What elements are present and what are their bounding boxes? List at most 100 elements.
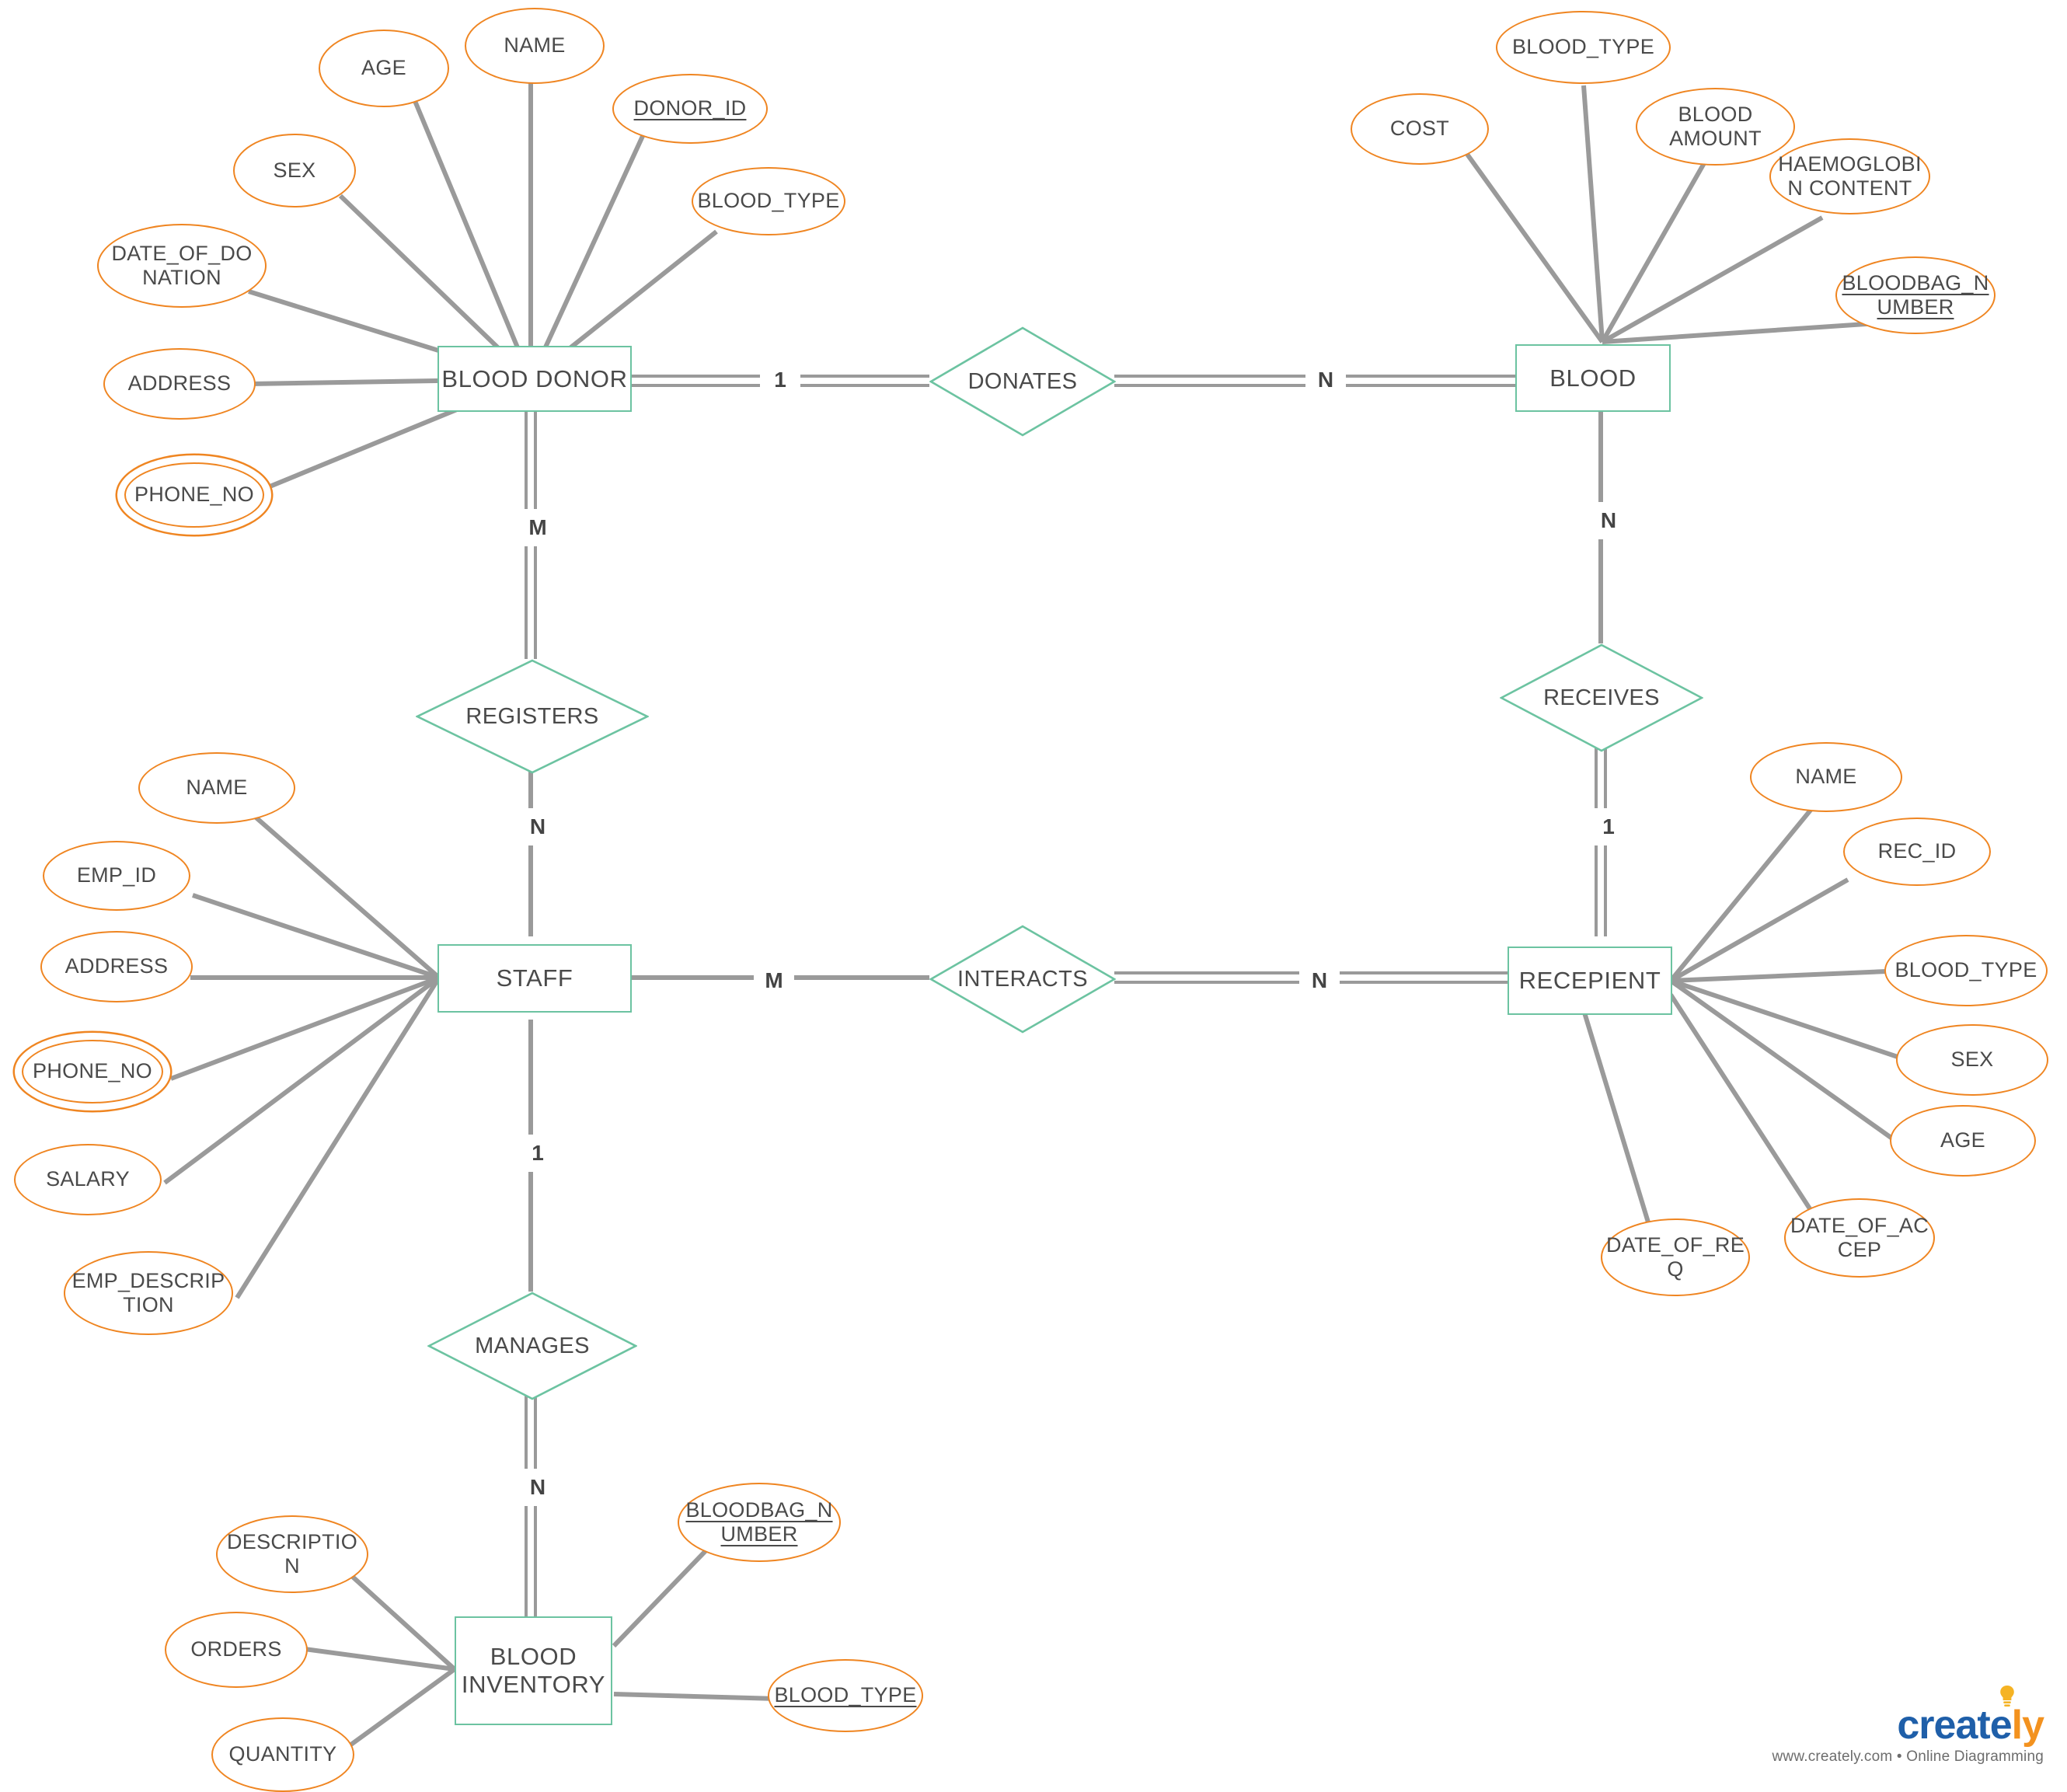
relationship-interacts[interactable]: INTERACTS <box>929 925 1116 1034</box>
cardinality-value: 1 <box>1602 814 1615 838</box>
cardinality-value: N <box>529 1475 546 1499</box>
creately-watermark: creately www.creately.com • Online Diagr… <box>1772 1686 2044 1766</box>
cardinality-value: M <box>528 515 547 539</box>
attribute-blood-donor-sex[interactable]: SEX <box>233 134 356 207</box>
attribute-blood-donor-phone-no[interactable]: PHONE_NO <box>124 462 264 528</box>
attribute-recepient-sex[interactable]: SEX <box>1896 1024 2048 1096</box>
attribute-label: BLOOD AMOUNT <box>1669 102 1762 150</box>
attribute-staff-salary[interactable]: SALARY <box>14 1144 162 1215</box>
connector-lines: .w { stroke:#9a9a9a; stroke-width:6; fil… <box>163 74 1903 1765</box>
attribute-label: PHONE_NO <box>33 1059 152 1083</box>
relationship-receives[interactable]: RECEIVES <box>1500 643 1703 752</box>
logo-text-part1: creat <box>1897 1703 1990 1748</box>
attribute-blood-blood-type[interactable]: BLOOD_TYPE <box>1496 11 1671 84</box>
relationship-manages[interactable]: MANAGES <box>427 1292 637 1400</box>
attribute-blood-donor-date-of-donation[interactable]: DATE_OF_DO NATION <box>97 224 267 308</box>
attribute-label: DESCRIPTIO N <box>226 1529 358 1578</box>
attribute-label: BLOODBAG_N UMBER <box>1842 270 1989 319</box>
attribute-recepient-name[interactable]: NAME <box>1750 742 1902 812</box>
logo-text-part3: ly <box>2011 1703 2044 1748</box>
attribute-label: QUANTITY <box>228 1742 337 1766</box>
cardinality-manages-bottom: N <box>518 1469 558 1506</box>
cardinality-interacts-left: M <box>754 962 794 999</box>
attribute-blood-inventory-quantity[interactable]: QUANTITY <box>211 1717 354 1792</box>
attribute-label: BLOOD_TYPE <box>774 1683 917 1707</box>
cardinality-registers-bottom: N <box>518 808 558 845</box>
attribute-label: DONOR_ID <box>633 96 747 120</box>
attribute-label: AGE <box>361 56 406 80</box>
cardinality-interacts-right: N <box>1299 962 1340 999</box>
entity-label: BLOOD INVENTORY <box>461 1643 606 1698</box>
er-diagram-canvas: .w { stroke:#9a9a9a; stroke-width:6; fil… <box>0 0 2067 1792</box>
attribute-staff-phone-no[interactable]: PHONE_NO <box>22 1040 163 1103</box>
attribute-label: ADDRESS <box>127 371 232 396</box>
attribute-staff-name[interactable]: NAME <box>138 752 295 824</box>
attribute-label: BLOOD_TYPE <box>697 189 840 213</box>
attribute-recepient-date-of-accep[interactable]: DATE_OF_AC CEP <box>1784 1198 1935 1278</box>
attribute-label: NAME <box>186 776 248 800</box>
entity-recepient[interactable]: RECEPIENT <box>1508 947 1672 1015</box>
cardinality-value: 1 <box>532 1141 544 1165</box>
attribute-recepient-rec-id[interactable]: REC_ID <box>1843 818 1991 886</box>
attribute-label: NAME <box>1795 765 1857 789</box>
attribute-staff-emp-description[interactable]: EMP_DESCRIP TION <box>64 1251 233 1335</box>
attribute-label: HAEMOGLOBI N CONTENT <box>1778 152 1922 200</box>
relationship-label: INTERACTS <box>957 966 1088 992</box>
entity-blood[interactable]: BLOOD <box>1515 344 1671 412</box>
attribute-label: SALARY <box>46 1167 130 1191</box>
attribute-blood-inventory-blood-type[interactable]: BLOOD_TYPE <box>768 1659 923 1732</box>
attribute-blood-inventory-description[interactable]: DESCRIPTIO N <box>216 1515 368 1593</box>
attribute-blood-donor-name[interactable]: NAME <box>465 8 605 84</box>
attribute-blood-inventory-orders[interactable]: ORDERS <box>165 1612 308 1688</box>
relationship-label: REGISTERS <box>465 703 599 729</box>
entity-label: BLOOD DONOR <box>441 364 628 392</box>
relationship-registers[interactable]: REGISTERS <box>416 659 649 774</box>
attribute-staff-address[interactable]: ADDRESS <box>40 931 193 1002</box>
attribute-blood-donor-address[interactable]: ADDRESS <box>103 348 256 420</box>
attribute-label: PHONE_NO <box>134 483 254 507</box>
entity-label: RECEPIENT <box>1518 967 1661 995</box>
attribute-blood-donor-donor-id[interactable]: DONOR_ID <box>612 74 768 144</box>
entity-label: BLOOD <box>1549 364 1637 392</box>
cardinality-value: N <box>1600 508 1617 532</box>
attribute-staff-emp-id[interactable]: EMP_ID <box>43 841 190 911</box>
attribute-blood-donor-blood-type[interactable]: BLOOD_TYPE <box>692 167 845 235</box>
cardinality-value: N <box>529 814 546 838</box>
attribute-blood-donor-age[interactable]: AGE <box>319 30 449 107</box>
cardinality-registers-top: M <box>518 509 558 546</box>
attribute-recepient-blood-type[interactable]: BLOOD_TYPE <box>1884 935 2048 1006</box>
attribute-recepient-date-of-req[interactable]: DATE_OF_RE Q <box>1601 1218 1750 1296</box>
creately-logo: creately <box>1897 1686 2044 1748</box>
attribute-label: DATE_OF_DO NATION <box>111 241 253 289</box>
cardinality-value: N <box>1317 368 1334 392</box>
attribute-blood-inventory-bloodbag-number[interactable]: BLOODBAG_N UMBER <box>678 1483 841 1562</box>
attribute-label: DATE_OF_AC CEP <box>1790 1213 1929 1261</box>
attribute-label: REC_ID <box>1877 839 1957 863</box>
attribute-label: EMP_DESCRIP TION <box>71 1268 225 1316</box>
attribute-label: AGE <box>1940 1128 1985 1152</box>
attribute-blood-haemoglobin-content[interactable]: HAEMOGLOBI N CONTENT <box>1769 138 1930 214</box>
attribute-label: BLOOD_TYPE <box>1511 35 1655 59</box>
attribute-label: SEX <box>1950 1048 1994 1072</box>
attribute-label: EMP_ID <box>76 863 157 887</box>
entity-blood-inventory[interactable]: BLOOD INVENTORY <box>455 1616 612 1725</box>
relationship-label: MANAGES <box>475 1333 590 1358</box>
attribute-blood-blood-amount[interactable]: BLOOD AMOUNT <box>1636 88 1795 166</box>
cardinality-value: 1 <box>774 368 786 392</box>
relationship-donates[interactable]: DONATES <box>929 326 1116 437</box>
cardinality-donates-right: N <box>1305 361 1346 399</box>
entity-blood-donor[interactable]: BLOOD DONOR <box>437 346 632 412</box>
attribute-blood-bloodbag-number[interactable]: BLOODBAG_N UMBER <box>1835 256 1996 334</box>
attribute-label: ADDRESS <box>64 954 169 978</box>
relationship-label: RECEIVES <box>1543 685 1660 710</box>
entity-label: STAFF <box>496 964 573 992</box>
attribute-label: NAME <box>504 33 566 58</box>
attribute-label: BLOODBAG_N UMBER <box>685 1497 833 1546</box>
attribute-blood-cost[interactable]: COST <box>1351 93 1489 165</box>
attribute-label: SEX <box>273 158 316 182</box>
creately-tagline: www.creately.com • Online Diagramming <box>1772 1748 2044 1765</box>
attribute-label: BLOOD_TYPE <box>1894 958 2037 982</box>
logo-text-part2: e <box>1989 1703 2013 1748</box>
entity-staff[interactable]: STAFF <box>437 944 632 1013</box>
attribute-recepient-age[interactable]: AGE <box>1890 1105 2036 1177</box>
